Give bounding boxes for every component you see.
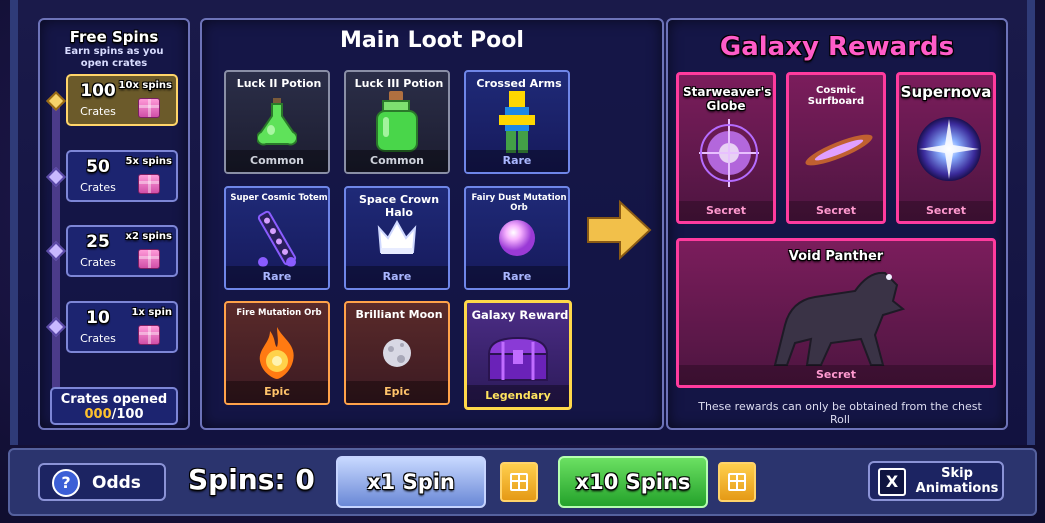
item-rarity: Secret xyxy=(679,365,993,385)
galaxy-rewards-note: These rewards can only be obtained from … xyxy=(698,400,982,426)
loot-card-brilliant-moon[interactable]: Brilliant Moon Epic xyxy=(344,301,450,405)
item-name: Super Cosmic Totem xyxy=(230,193,328,203)
tier-label: Crates xyxy=(80,181,116,194)
crates-opened-count: 000 xyxy=(84,407,112,422)
tier-spins: 5x spins xyxy=(125,156,173,167)
gift-icon xyxy=(138,249,160,269)
tier-50-crates[interactable]: 50 Crates 5x spins xyxy=(66,150,178,202)
tier-crates: 100 xyxy=(80,81,116,101)
tier-crates: 10 xyxy=(86,308,110,328)
gift-icon xyxy=(728,473,746,491)
loot-card-fairy-dust-mutation-orb[interactable]: Fairy Dust Mutation Orb Rare xyxy=(464,186,570,290)
spins-counter: Spins: 0 xyxy=(188,463,315,496)
item-rarity: Common xyxy=(346,150,448,172)
item-rarity: Epic xyxy=(226,381,328,403)
x1-spin-button[interactable]: x1 Spin xyxy=(336,456,486,508)
milestone-diamond xyxy=(46,317,66,337)
galaxy-rewards-panel: Galaxy Rewards Starweaver's Globe Secret… xyxy=(666,18,1008,430)
crown-halo-icon xyxy=(377,219,417,254)
loot-card-super-cosmic-totem[interactable]: Super Cosmic Totem Rare xyxy=(224,186,330,290)
tier-label: Crates xyxy=(80,332,116,345)
item-rarity: Rare xyxy=(466,150,568,172)
tier-crates: 25 xyxy=(86,232,110,252)
item-rarity: Rare xyxy=(466,266,568,288)
gift-box-button[interactable] xyxy=(500,462,538,502)
free-spins-subtitle: Earn spins as you open crates xyxy=(64,46,164,69)
loot-card-space-crown-halo[interactable]: Space Crown Halo Rare xyxy=(344,186,450,290)
item-rarity: Rare xyxy=(226,266,328,288)
skip-animations-button[interactable]: X Skip Animations xyxy=(868,461,1004,501)
tier-spins: 10x spins xyxy=(118,80,172,91)
galaxy-rewards-title: Galaxy Rewards xyxy=(719,32,955,62)
milestone-diamond xyxy=(46,167,66,187)
reward-card-cosmic-surfboard[interactable]: Cosmic Surfboard Secret xyxy=(786,72,886,224)
loot-card-crossed-arms[interactable]: Crossed Arms Rare xyxy=(464,70,570,174)
gift-icon xyxy=(138,325,160,345)
moon-icon xyxy=(383,339,411,367)
item-rarity: Secret xyxy=(789,201,883,221)
reward-card-void-panther[interactable]: Void Panther Secret xyxy=(676,238,996,388)
green-potion-icon xyxy=(257,98,297,146)
reward-card-supernova[interactable]: Supernova Secret xyxy=(896,72,996,224)
item-name: Fire Mutation Orb xyxy=(236,308,322,318)
crossed-arms-avatar-icon xyxy=(499,91,535,153)
item-name: Supernova xyxy=(900,83,992,101)
crates-opened-total: /100 xyxy=(111,407,144,422)
item-rarity: Secret xyxy=(899,201,993,221)
gift-icon xyxy=(138,174,160,194)
milestone-diamond xyxy=(46,91,66,111)
free-spins-title: Free Spins xyxy=(69,28,159,46)
loot-card-fire-mutation-orb[interactable]: Fire Mutation Orb Epic xyxy=(224,301,330,405)
item-rarity: Common xyxy=(226,150,328,172)
crates-opened-label: Crates opened xyxy=(60,392,168,407)
item-name: Starweaver's Globe xyxy=(683,85,772,113)
tier-crates: 50 xyxy=(86,157,110,177)
item-rarity: Rare xyxy=(346,266,448,288)
item-name: Luck III Potion xyxy=(354,77,444,90)
item-rarity: Epic xyxy=(346,381,448,403)
loot-card-galaxy-reward[interactable]: Galaxy Reward Legendary xyxy=(464,300,572,410)
supernova-icon xyxy=(917,117,981,181)
item-name: Galaxy Reward xyxy=(471,308,569,322)
skip-animations-label: Skip Animations xyxy=(915,466,999,496)
fire-orb-icon xyxy=(259,327,294,379)
odds-button[interactable]: ? Odds xyxy=(38,463,166,501)
cosmic-surfboard-icon xyxy=(805,134,873,166)
cosmic-totem-icon xyxy=(257,210,297,267)
item-name: Space Crown Halo xyxy=(358,193,440,219)
tier-10-crates[interactable]: 10 Crates 1x spin xyxy=(66,301,178,353)
large-green-potion-icon xyxy=(376,91,418,152)
void-panther-icon xyxy=(773,271,906,366)
reward-card-starweavers-globe[interactable]: Starweaver's Globe Secret xyxy=(676,72,776,224)
galaxy-chest-icon xyxy=(487,336,549,381)
odds-label: Odds xyxy=(92,473,141,493)
item-rarity: Secret xyxy=(679,201,773,221)
tier-spins: x2 spins xyxy=(125,231,173,242)
tier-100-crates[interactable]: 100 Crates 10x spins xyxy=(66,74,178,126)
x10-spins-button[interactable]: x10 Spins xyxy=(558,456,708,508)
arrow-right-icon xyxy=(587,199,652,261)
loot-card-luck-iii-potion[interactable]: Luck III Potion Common xyxy=(344,70,450,174)
gift-icon xyxy=(510,473,528,491)
item-name: Brilliant Moon xyxy=(355,308,443,321)
tier-label: Crates xyxy=(80,105,116,118)
item-rarity: Legendary xyxy=(467,385,569,407)
loot-pool-title: Main Loot Pool xyxy=(340,28,524,53)
gift-icon xyxy=(138,98,160,118)
item-name: Luck II Potion xyxy=(236,77,322,90)
loot-card-luck-ii-potion[interactable]: Luck II Potion Common xyxy=(224,70,330,174)
tier-25-crates[interactable]: 25 Crates x2 spins xyxy=(66,225,178,277)
item-name: Fairy Dust Mutation Orb xyxy=(471,193,567,213)
free-spins-panel: Free Spins Earn spins as you open crates… xyxy=(38,18,190,430)
crates-opened-counter: Crates opened 000/100 xyxy=(50,387,178,425)
tier-spins: 1x spin xyxy=(131,307,172,318)
close-x-icon: X xyxy=(878,468,906,496)
tier-label: Crates xyxy=(80,256,116,269)
pink-orb-icon xyxy=(499,220,535,256)
milestone-diamond xyxy=(46,241,66,261)
item-name: Cosmic Surfboard xyxy=(807,85,865,107)
starweaver-globe-icon xyxy=(699,119,759,187)
gift-box-button[interactable] xyxy=(718,462,756,502)
question-mark-icon: ? xyxy=(52,469,80,497)
